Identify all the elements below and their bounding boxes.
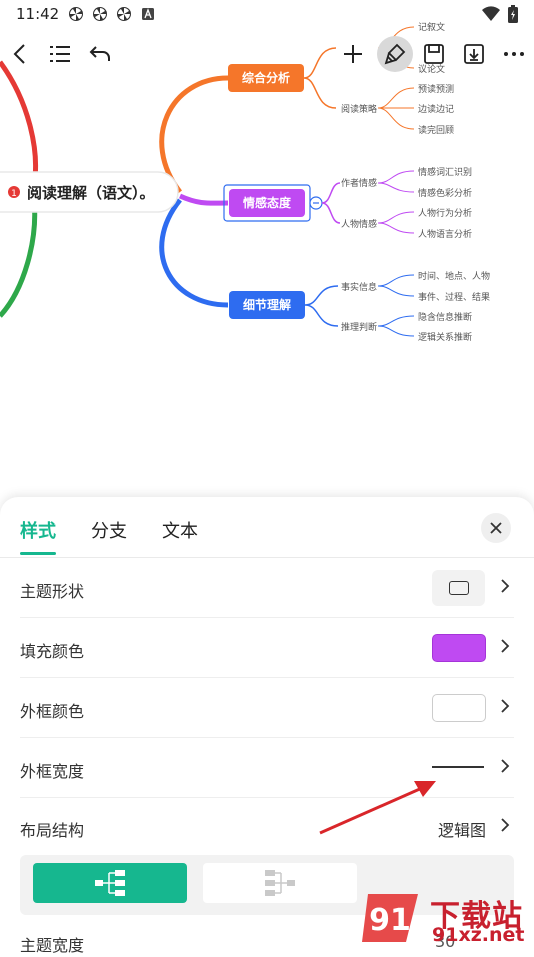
outline-list-icon	[50, 46, 70, 62]
connector-branch-1	[159, 75, 229, 194]
subtopic-3-1[interactable]: 事实信息	[341, 281, 377, 293]
chevron-right-icon	[501, 639, 510, 653]
subtopic-1-2[interactable]: 阅读策略	[341, 103, 377, 115]
layout-option-logic-right[interactable]	[33, 863, 187, 903]
leaf-2-1-1[interactable]: 情感词汇识别	[418, 166, 472, 178]
chevron-right-icon	[501, 579, 510, 593]
leaf-3-1-1[interactable]: 时间、地点、人物	[418, 270, 490, 282]
undo-icon	[89, 46, 110, 61]
rectangle-shape-icon	[448, 581, 469, 595]
branch-3-leaf-connectors-b	[377, 315, 415, 337]
tree-right-icon	[95, 870, 125, 896]
export-icon	[464, 44, 484, 64]
chevron-right-icon	[501, 699, 510, 713]
branch-node-3[interactable]: 细节理解	[229, 291, 305, 319]
add-topic-button[interactable]	[337, 38, 369, 70]
row-border-width[interactable]: 外框宽度	[20, 738, 514, 798]
branch-2-leaf-connectors-a	[377, 170, 415, 193]
subtopic-3-2[interactable]: 推理判断	[341, 321, 377, 333]
site-logo: 91	[362, 894, 418, 942]
tab-style[interactable]: 样式	[20, 517, 56, 543]
root-node-label: 阅读理解（语文）。	[27, 184, 155, 202]
border-color-label: 外框颜色	[20, 702, 85, 721]
add-icon	[344, 45, 362, 63]
tree-left-icon	[265, 870, 295, 896]
panel-tabs: 样式 分支 文本	[0, 497, 534, 558]
chevron-right-icon	[501, 818, 510, 832]
top-toolbar	[0, 28, 534, 80]
leaf-1-2-1[interactable]: 预读预测	[418, 83, 454, 95]
layout-value: 逻辑图	[438, 821, 487, 840]
leaf-1-2-2[interactable]: 边读边记	[418, 103, 454, 115]
save-button[interactable]	[418, 38, 450, 70]
leaf-3-2-1[interactable]: 隐含信息推断	[418, 311, 472, 323]
branch-3-sub-connectors	[304, 285, 339, 327]
more-icon	[504, 52, 524, 56]
subtopic-2-1[interactable]: 作者情感	[341, 177, 377, 189]
leaf-3-1-2[interactable]: 事件、过程、结果	[418, 291, 490, 303]
close-panel-button[interactable]	[481, 513, 511, 543]
chevron-right-icon	[501, 759, 510, 773]
root-branch-red	[0, 60, 39, 186]
leaf-1-2-3[interactable]: 读完回顾	[418, 124, 454, 136]
outline-button[interactable]	[44, 38, 76, 70]
row-topic-shape[interactable]: 主题形状	[20, 558, 514, 618]
site-logo-text: 91	[369, 903, 411, 938]
leaf-3-2-2[interactable]: 逻辑关系推断	[418, 331, 472, 343]
branch-1-leaf-connectors-b	[377, 87, 415, 130]
tab-text[interactable]: 文本	[162, 517, 198, 543]
fill-color-label: 填充颜色	[20, 642, 85, 661]
watermark-url: 91xz.net	[432, 924, 525, 946]
format-button[interactable]	[377, 36, 413, 72]
leaf-2-2-1[interactable]: 人物行为分析	[418, 207, 472, 219]
branch-node-3-label: 细节理解	[243, 297, 291, 312]
format-brush-icon	[384, 43, 406, 65]
close-icon	[490, 522, 502, 534]
topic-shape-label: 主题形状	[20, 582, 85, 601]
border-color-swatch[interactable]	[432, 694, 486, 722]
save-icon	[424, 44, 444, 64]
branch-node-2[interactable]: 情感态度	[223, 184, 311, 222]
branch-node-2-label: 情感态度	[243, 195, 292, 210]
root-branch-green	[0, 199, 38, 318]
branch-3-leaf-connectors-a	[377, 274, 415, 297]
topic-width-label: 主题宽度	[20, 936, 85, 955]
undo-button[interactable]	[84, 38, 116, 70]
back-chevron-icon	[13, 44, 25, 64]
row-layout[interactable]: 布局结构 逻辑图	[20, 797, 514, 856]
priority-badge-number: 1	[11, 189, 17, 199]
back-button[interactable]	[4, 38, 36, 70]
connector-branch-2	[178, 193, 229, 206]
tab-branch[interactable]: 分支	[91, 517, 127, 543]
fill-color-swatch[interactable]	[432, 634, 486, 662]
border-width-label: 外框宽度	[20, 762, 85, 781]
row-border-color[interactable]: 外框颜色	[20, 678, 514, 738]
leaf-2-2-2[interactable]: 人物语言分析	[418, 228, 472, 240]
layout-option-tree[interactable]	[203, 863, 357, 903]
connector-branch-3	[159, 198, 229, 308]
branch-2-leaf-connectors-b	[377, 211, 415, 234]
leaf-2-1-2[interactable]: 情感色彩分析	[418, 187, 472, 199]
layout-label: 布局结构	[20, 821, 85, 840]
branch-2-sub-connectors	[321, 182, 341, 224]
subtopic-2-2[interactable]: 人物情感	[341, 218, 377, 230]
topic-shape-preview[interactable]	[432, 570, 485, 606]
more-button[interactable]	[498, 38, 530, 70]
export-button[interactable]	[458, 38, 490, 70]
row-fill-color[interactable]: 填充颜色	[20, 618, 514, 678]
border-width-preview[interactable]	[432, 766, 484, 768]
site-watermark: 91 下载站 91xz.net	[360, 888, 534, 950]
root-node[interactable]: 1 阅读理解（语文）。	[0, 171, 179, 213]
active-tab-indicator	[20, 552, 56, 555]
